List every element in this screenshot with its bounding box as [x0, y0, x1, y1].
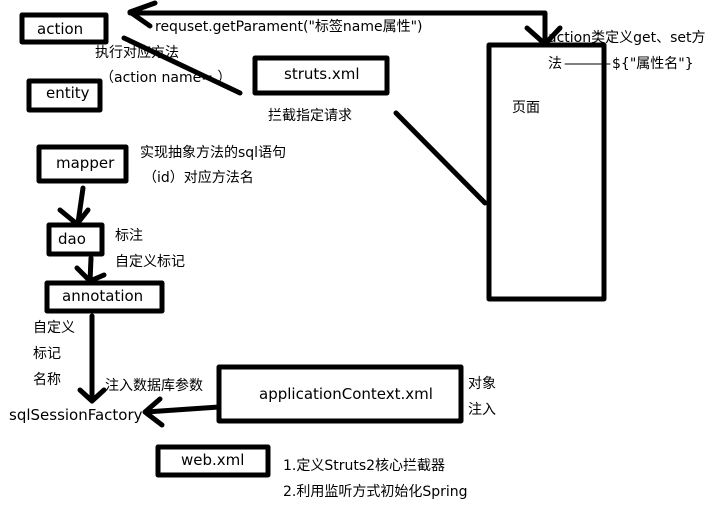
dao-desc-2: 自定义标记	[115, 254, 185, 270]
dao-desc-1: 标注	[115, 228, 143, 244]
annotation-desc-1: 自定义	[33, 320, 75, 336]
web-desc-1: 1.定义Struts2核心拦截器	[283, 458, 446, 474]
sqlsessionfactory-label: sqlSessionFactory	[9, 406, 143, 424]
el-expression-label: ${"属性名"}	[612, 56, 694, 72]
struts-xml-box: struts.xml	[284, 65, 360, 83]
mapper-desc-1: 实现抽象方法的sql语句	[140, 145, 287, 161]
getset-label-2: 法	[548, 56, 562, 72]
action-box: action	[37, 20, 84, 38]
mapper-box: mapper	[56, 154, 115, 172]
get-parameter-label: requset.getParament("标签name属性")	[155, 19, 423, 35]
struts-page-line	[393, 110, 488, 206]
getset-label-1: action类定义get、set方	[548, 30, 706, 46]
page-box: 页面	[512, 100, 540, 116]
inject-db-label: 注入数据库参数	[105, 378, 203, 394]
object-inject-1: 对象	[468, 376, 496, 392]
mapper-desc-2: （id）对应方法名	[143, 170, 254, 186]
entity-box: entity	[46, 84, 90, 102]
web-xml-box: web.xml	[181, 451, 245, 469]
application-context-box: applicationContext.xml	[259, 385, 433, 403]
annotation-box: annotation	[62, 287, 144, 305]
annotation-desc-2: 标记	[33, 346, 61, 362]
annotation-desc-3: 名称	[33, 372, 61, 388]
execute-method-label: 执行对应方法	[95, 45, 179, 61]
object-inject-2: 注入	[468, 402, 496, 418]
dao-box: dao	[58, 230, 86, 248]
action-name-label: （action name= ）	[100, 70, 232, 86]
page-box-shape	[486, 42, 607, 302]
diagram-canvas: action entity struts.xml 页面 mapper dao a…	[0, 0, 724, 506]
intercept-label: 拦截指定请求	[268, 108, 352, 124]
web-desc-2: 2.利用监听方式初始化Spring	[283, 484, 468, 500]
appctx-sqlsession-arrow	[143, 404, 222, 415]
mapper-dao-arrowhead	[57, 207, 91, 227]
